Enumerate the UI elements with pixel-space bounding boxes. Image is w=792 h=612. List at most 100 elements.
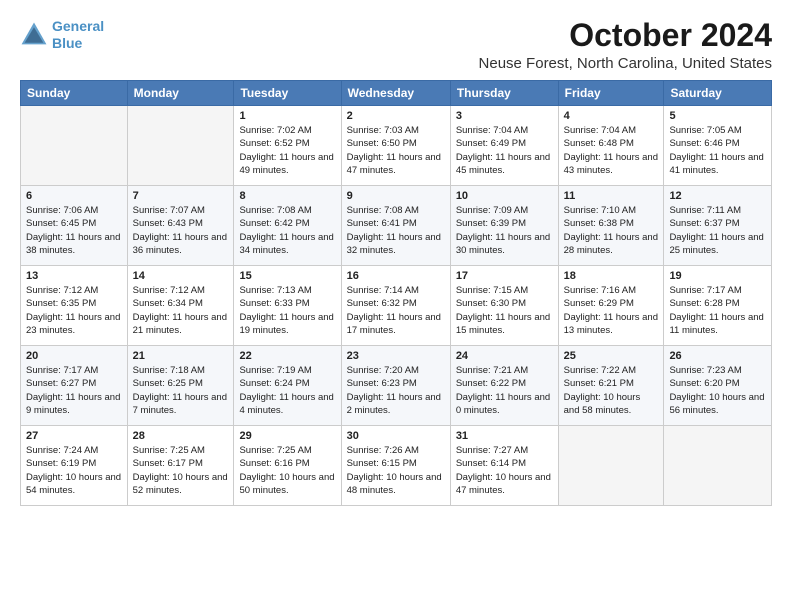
calendar-cell: 14Sunrise: 7:12 AM Sunset: 6:34 PM Dayli… (127, 266, 234, 346)
day-info: Sunrise: 7:16 AM Sunset: 6:29 PM Dayligh… (564, 284, 659, 337)
calendar-cell: 8 Sunrise: 7:08 AM Sunset: 6:42 PM Daylig… (234, 186, 341, 266)
day-number: 18 (564, 270, 659, 282)
day-number: 3 (456, 110, 553, 122)
calendar-cell: 20 Sunrise: 7:17 AM Sunset: 6:27 PM Dayli… (21, 346, 128, 426)
calendar-cell: 30Sunrise: 7:26 AM Sunset: 6:15 PM Dayli… (341, 426, 450, 506)
day-info: Sunrise: 7:22 AM Sunset: 6:21 PM Dayligh… (564, 364, 659, 417)
calendar-cell: 18 Sunrise: 7:16 AM Sunset: 6:29 PM Dayli… (558, 266, 664, 346)
day-info: Sunrise: 7:17 AM Sunset: 6:28 PM Dayligh… (669, 284, 766, 337)
day-number: 17 (456, 270, 553, 282)
day-number: 29 (239, 430, 335, 442)
day-info: Sunrise: 7:14 AM Sunset: 6:32 PM Dayligh… (347, 284, 445, 337)
day-number: 23 (347, 350, 445, 362)
calendar-cell: 19Sunrise: 7:17 AM Sunset: 6:28 PM Dayli… (664, 266, 772, 346)
main-title: October 2024 (479, 18, 772, 53)
calendar-cell: 7 Sunrise: 7:07 AM Sunset: 6:43 PM Daylig… (127, 186, 234, 266)
day-info: Sunrise: 7:19 AM Sunset: 6:24 PM Dayligh… (239, 364, 335, 417)
day-number: 8 (239, 190, 335, 202)
calendar-week-4: 20 Sunrise: 7:17 AM Sunset: 6:27 PM Dayli… (21, 346, 772, 426)
day-number: 28 (133, 430, 229, 442)
day-info: Sunrise: 7:07 AM Sunset: 6:43 PM Dayligh… (133, 204, 229, 257)
logo-line1: General (52, 18, 104, 34)
logo-line2: Blue (52, 35, 82, 51)
calendar-cell: 21Sunrise: 7:18 AM Sunset: 6:25 PM Dayli… (127, 346, 234, 426)
day-info: Sunrise: 7:27 AM Sunset: 6:14 PM Dayligh… (456, 444, 553, 497)
day-info: Sunrise: 7:09 AM Sunset: 6:39 PM Dayligh… (456, 204, 553, 257)
day-header-sunday: Sunday (21, 81, 128, 106)
day-number: 16 (347, 270, 445, 282)
header: General Blue October 2024 Neuse Forest, … (20, 18, 772, 72)
day-info: Sunrise: 7:20 AM Sunset: 6:23 PM Dayligh… (347, 364, 445, 417)
day-number: 14 (133, 270, 229, 282)
calendar-cell: 10 Sunrise: 7:09 AM Sunset: 6:39 PM Dayli… (450, 186, 558, 266)
calendar-cell: 29 Sunrise: 7:25 AM Sunset: 6:16 PM Dayli… (234, 426, 341, 506)
day-number: 20 (26, 350, 122, 362)
day-info: Sunrise: 7:15 AM Sunset: 6:30 PM Dayligh… (456, 284, 553, 337)
day-info: Sunrise: 7:06 AM Sunset: 6:45 PM Dayligh… (26, 204, 122, 257)
day-info: Sunrise: 7:23 AM Sunset: 6:20 PM Dayligh… (669, 364, 766, 417)
day-info: Sunrise: 7:05 AM Sunset: 6:46 PM Dayligh… (669, 124, 766, 177)
calendar-week-3: 13Sunrise: 7:12 AM Sunset: 6:35 PM Dayli… (21, 266, 772, 346)
calendar-cell: 16 Sunrise: 7:14 AM Sunset: 6:32 PM Dayli… (341, 266, 450, 346)
day-number: 15 (239, 270, 335, 282)
day-info: Sunrise: 7:11 AM Sunset: 6:37 PM Dayligh… (669, 204, 766, 257)
day-number: 13 (26, 270, 122, 282)
calendar-cell: 9 Sunrise: 7:08 AM Sunset: 6:41 PM Daylig… (341, 186, 450, 266)
day-number: 30 (347, 430, 445, 442)
day-info: Sunrise: 7:13 AM Sunset: 6:33 PM Dayligh… (239, 284, 335, 337)
calendar-cell: 26Sunrise: 7:23 AM Sunset: 6:20 PM Dayli… (664, 346, 772, 426)
day-number: 2 (347, 110, 445, 122)
calendar-cell: 23 Sunrise: 7:20 AM Sunset: 6:23 PM Dayli… (341, 346, 450, 426)
calendar-cell: 11 Sunrise: 7:10 AM Sunset: 6:38 PM Dayli… (558, 186, 664, 266)
day-info: Sunrise: 7:17 AM Sunset: 6:27 PM Dayligh… (26, 364, 122, 417)
day-number: 10 (456, 190, 553, 202)
calendar-cell: 25Sunrise: 7:22 AM Sunset: 6:21 PM Dayli… (558, 346, 664, 426)
calendar-cell (21, 106, 128, 186)
day-number: 4 (564, 110, 659, 122)
calendar-cell: 22 Sunrise: 7:19 AM Sunset: 6:24 PM Dayli… (234, 346, 341, 426)
day-number: 7 (133, 190, 229, 202)
calendar-cell: 3 Sunrise: 7:04 AM Sunset: 6:49 PM Daylig… (450, 106, 558, 186)
calendar-cell (127, 106, 234, 186)
calendar-cell: 1Sunrise: 7:02 AM Sunset: 6:52 PM Daylig… (234, 106, 341, 186)
subtitle: Neuse Forest, North Carolina, United Sta… (479, 55, 772, 72)
day-info: Sunrise: 7:08 AM Sunset: 6:42 PM Dayligh… (239, 204, 335, 257)
day-number: 27 (26, 430, 122, 442)
calendar-cell: 28 Sunrise: 7:25 AM Sunset: 6:17 PM Dayli… (127, 426, 234, 506)
day-number: 11 (564, 190, 659, 202)
calendar-cell: 6 Sunrise: 7:06 AM Sunset: 6:45 PM Daylig… (21, 186, 128, 266)
day-info: Sunrise: 7:04 AM Sunset: 6:49 PM Dayligh… (456, 124, 553, 177)
day-info: Sunrise: 7:02 AM Sunset: 6:52 PM Dayligh… (239, 124, 335, 177)
day-info: Sunrise: 7:04 AM Sunset: 6:48 PM Dayligh… (564, 124, 659, 177)
day-info: Sunrise: 7:10 AM Sunset: 6:38 PM Dayligh… (564, 204, 659, 257)
calendar-week-2: 6 Sunrise: 7:06 AM Sunset: 6:45 PM Daylig… (21, 186, 772, 266)
day-number: 12 (669, 190, 766, 202)
day-number: 21 (133, 350, 229, 362)
calendar-table: SundayMondayTuesdayWednesdayThursdayFrid… (20, 80, 772, 506)
page: General Blue October 2024 Neuse Forest, … (0, 0, 792, 612)
day-number: 22 (239, 350, 335, 362)
title-block: October 2024 Neuse Forest, North Carolin… (479, 18, 772, 72)
calendar-cell: 15 Sunrise: 7:13 AM Sunset: 6:33 PM Dayli… (234, 266, 341, 346)
day-number: 24 (456, 350, 553, 362)
day-number: 9 (347, 190, 445, 202)
day-info: Sunrise: 7:08 AM Sunset: 6:41 PM Dayligh… (347, 204, 445, 257)
logo-text: General Blue (52, 18, 104, 52)
calendar-week-5: 27 Sunrise: 7:24 AM Sunset: 6:19 PM Dayli… (21, 426, 772, 506)
day-info: Sunrise: 7:25 AM Sunset: 6:17 PM Dayligh… (133, 444, 229, 497)
calendar-cell: 5 Sunrise: 7:05 AM Sunset: 6:46 PM Daylig… (664, 106, 772, 186)
calendar-cell: 2 Sunrise: 7:03 AM Sunset: 6:50 PM Daylig… (341, 106, 450, 186)
day-header-tuesday: Tuesday (234, 81, 341, 106)
day-info: Sunrise: 7:03 AM Sunset: 6:50 PM Dayligh… (347, 124, 445, 177)
day-info: Sunrise: 7:24 AM Sunset: 6:19 PM Dayligh… (26, 444, 122, 497)
calendar-cell: 13Sunrise: 7:12 AM Sunset: 6:35 PM Dayli… (21, 266, 128, 346)
day-info: Sunrise: 7:25 AM Sunset: 6:16 PM Dayligh… (239, 444, 335, 497)
calendar-cell (664, 426, 772, 506)
day-header-monday: Monday (127, 81, 234, 106)
logo-icon (20, 21, 48, 49)
day-number: 6 (26, 190, 122, 202)
calendar-week-1: 1Sunrise: 7:02 AM Sunset: 6:52 PM Daylig… (21, 106, 772, 186)
calendar-cell (558, 426, 664, 506)
calendar-cell: 17 Sunrise: 7:15 AM Sunset: 6:30 PM Dayli… (450, 266, 558, 346)
day-number: 5 (669, 110, 766, 122)
